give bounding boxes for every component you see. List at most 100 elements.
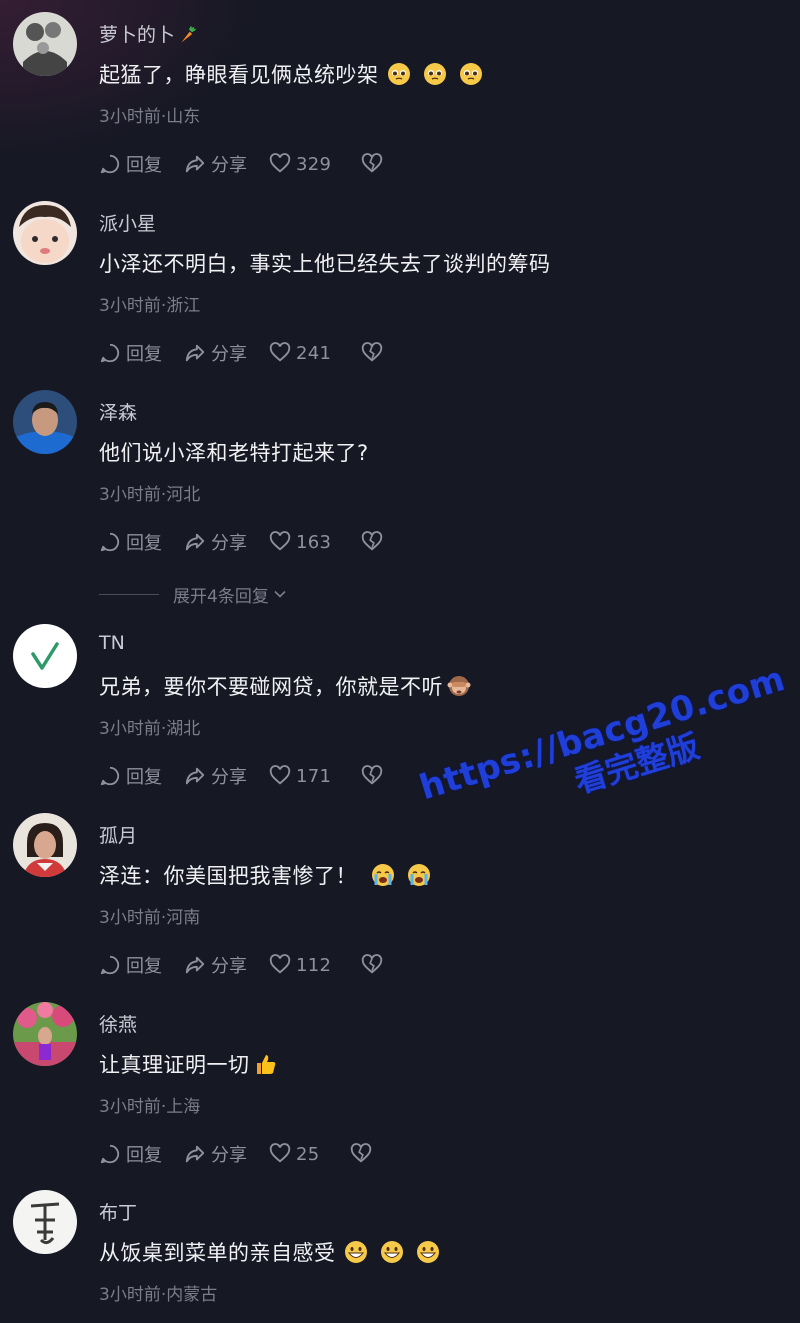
comment-text: 他们说小泽和老特打起来了? (99, 441, 369, 465)
reply-button[interactable]: 回复 (99, 340, 162, 366)
expand-replies-button[interactable]: 展开4条回复 (99, 582, 287, 607)
reply-button[interactable]: 回复 (99, 952, 162, 978)
avatar[interactable] (13, 813, 77, 877)
dislike-button[interactable] (361, 531, 383, 553)
like-button[interactable]: 112 (269, 954, 331, 976)
comment-actions: 回复 分享 171 (99, 763, 405, 789)
carrot-emoji (181, 26, 196, 43)
comment-meta: 3小时前·浙江 (99, 296, 201, 316)
username[interactable]: 布丁 (99, 1198, 137, 1225)
like-button[interactable]: 25 (269, 1143, 320, 1165)
comment-meta: 3小时前·内蒙古 (99, 1285, 218, 1305)
share-button[interactable]: 分享 (184, 1141, 247, 1167)
comment-actions: 回复 分享 25 (99, 1141, 394, 1167)
share-button[interactable]: 分享 (184, 151, 247, 177)
comment-text: 让真理证明一切 (99, 1049, 278, 1079)
share-icon (185, 1145, 205, 1163)
reply-icon (100, 343, 120, 363)
username[interactable]: 孤月 (99, 821, 137, 848)
avatar[interactable] (13, 201, 77, 265)
like-count: 329 (296, 153, 332, 175)
like-button[interactable]: 329 (269, 153, 331, 175)
broken-heart-icon (362, 342, 383, 362)
like-button[interactable]: 163 (269, 531, 331, 553)
username[interactable]: TN (99, 632, 125, 654)
share-button[interactable]: 分享 (184, 340, 247, 366)
comment-text: 泽连：你美国把我害惨了！ (99, 860, 431, 890)
dislike-button[interactable] (361, 153, 383, 175)
username[interactable]: 徐燕 (99, 1010, 137, 1037)
comment-meta: 3小时前·上海 (99, 1097, 201, 1117)
comment-meta: 3小时前·河南 (99, 908, 201, 928)
reply-button[interactable]: 回复 (99, 151, 162, 177)
reply-icon (100, 154, 120, 174)
comment-text: 起猛了，睁眼看见俩总统吵架 (99, 59, 483, 89)
share-icon (185, 344, 205, 362)
grinning-face-emoji (344, 1241, 367, 1263)
heart-icon (269, 531, 291, 551)
like-count: 112 (296, 954, 332, 976)
grinning-face-emoji (380, 1241, 403, 1263)
username[interactable]: 萝卜的卜 (99, 20, 198, 47)
crying-face-emoji (408, 864, 430, 886)
pleading-face-emoji (423, 63, 446, 85)
share-icon (185, 956, 205, 974)
share-button[interactable]: 分享 (184, 529, 247, 555)
divider (99, 593, 159, 595)
heart-icon (269, 954, 291, 974)
share-button[interactable]: 分享 (184, 952, 247, 978)
avatar[interactable] (13, 1002, 77, 1066)
dislike-button[interactable] (361, 954, 383, 976)
pleading-face-emoji (387, 63, 410, 85)
comment-text: 小泽还不明白，事实上他已经失去了谈判的筹码 (99, 252, 551, 276)
share-icon (185, 155, 205, 173)
username[interactable]: 派小星 (99, 209, 156, 236)
share-icon (185, 533, 205, 551)
heart-icon (269, 342, 291, 362)
comment-meta: 3小时前·河北 (99, 485, 201, 505)
reply-icon (100, 1144, 120, 1164)
like-count: 241 (296, 342, 332, 364)
heart-icon (269, 765, 291, 785)
dislike-button[interactable] (361, 342, 383, 364)
reply-button[interactable]: 回复 (99, 1141, 162, 1167)
comment-text: 兄弟，要你不要碰网贷，你就是不听 (99, 671, 471, 701)
avatar[interactable] (13, 624, 77, 688)
comment-actions: 回复 分享 163 (99, 529, 405, 555)
dislike-button[interactable] (361, 765, 383, 787)
like-button[interactable]: 241 (269, 342, 331, 364)
comment-meta: 3小时前·山东 (99, 107, 201, 127)
comment-text: 从饭桌到菜单的亲自感受 (99, 1237, 440, 1267)
reply-button[interactable]: 回复 (99, 763, 162, 789)
reply-icon (100, 955, 120, 975)
avatar[interactable] (13, 1190, 77, 1254)
grinning-face-emoji (416, 1241, 439, 1263)
chevron-down-icon (274, 590, 286, 598)
watermark: https://bacg20.com 看完整版 (415, 659, 800, 847)
like-count: 25 (296, 1143, 320, 1165)
avatar[interactable] (13, 12, 77, 76)
reply-button[interactable]: 回复 (99, 529, 162, 555)
broken-heart-icon (362, 531, 383, 551)
comment-feed: 萝卜的卜 起猛了，睁眼看见俩总统吵架 3小时前·山东 回复 分享 329 派小星… (0, 0, 800, 1323)
share-icon (185, 767, 205, 785)
broken-heart-icon (362, 954, 383, 974)
avatar[interactable] (13, 390, 77, 454)
like-count: 171 (296, 765, 332, 787)
comment-actions: 回复 分享 241 (99, 340, 405, 366)
heart-icon (269, 1143, 291, 1163)
comment-actions: 回复 分享 329 (99, 151, 405, 177)
thumbs-up-emoji (256, 1055, 275, 1074)
broken-heart-icon (362, 765, 383, 785)
broken-heart-icon (350, 1143, 371, 1163)
username[interactable]: 泽森 (99, 398, 137, 425)
reply-icon (100, 532, 120, 552)
reply-icon (100, 766, 120, 786)
comment-meta: 3小时前·湖北 (99, 719, 201, 739)
share-button[interactable]: 分享 (184, 763, 247, 789)
pleading-face-emoji (459, 63, 482, 85)
like-button[interactable]: 171 (269, 765, 331, 787)
like-count: 163 (296, 531, 332, 553)
dislike-button[interactable] (350, 1143, 372, 1165)
broken-heart-icon (362, 153, 383, 173)
